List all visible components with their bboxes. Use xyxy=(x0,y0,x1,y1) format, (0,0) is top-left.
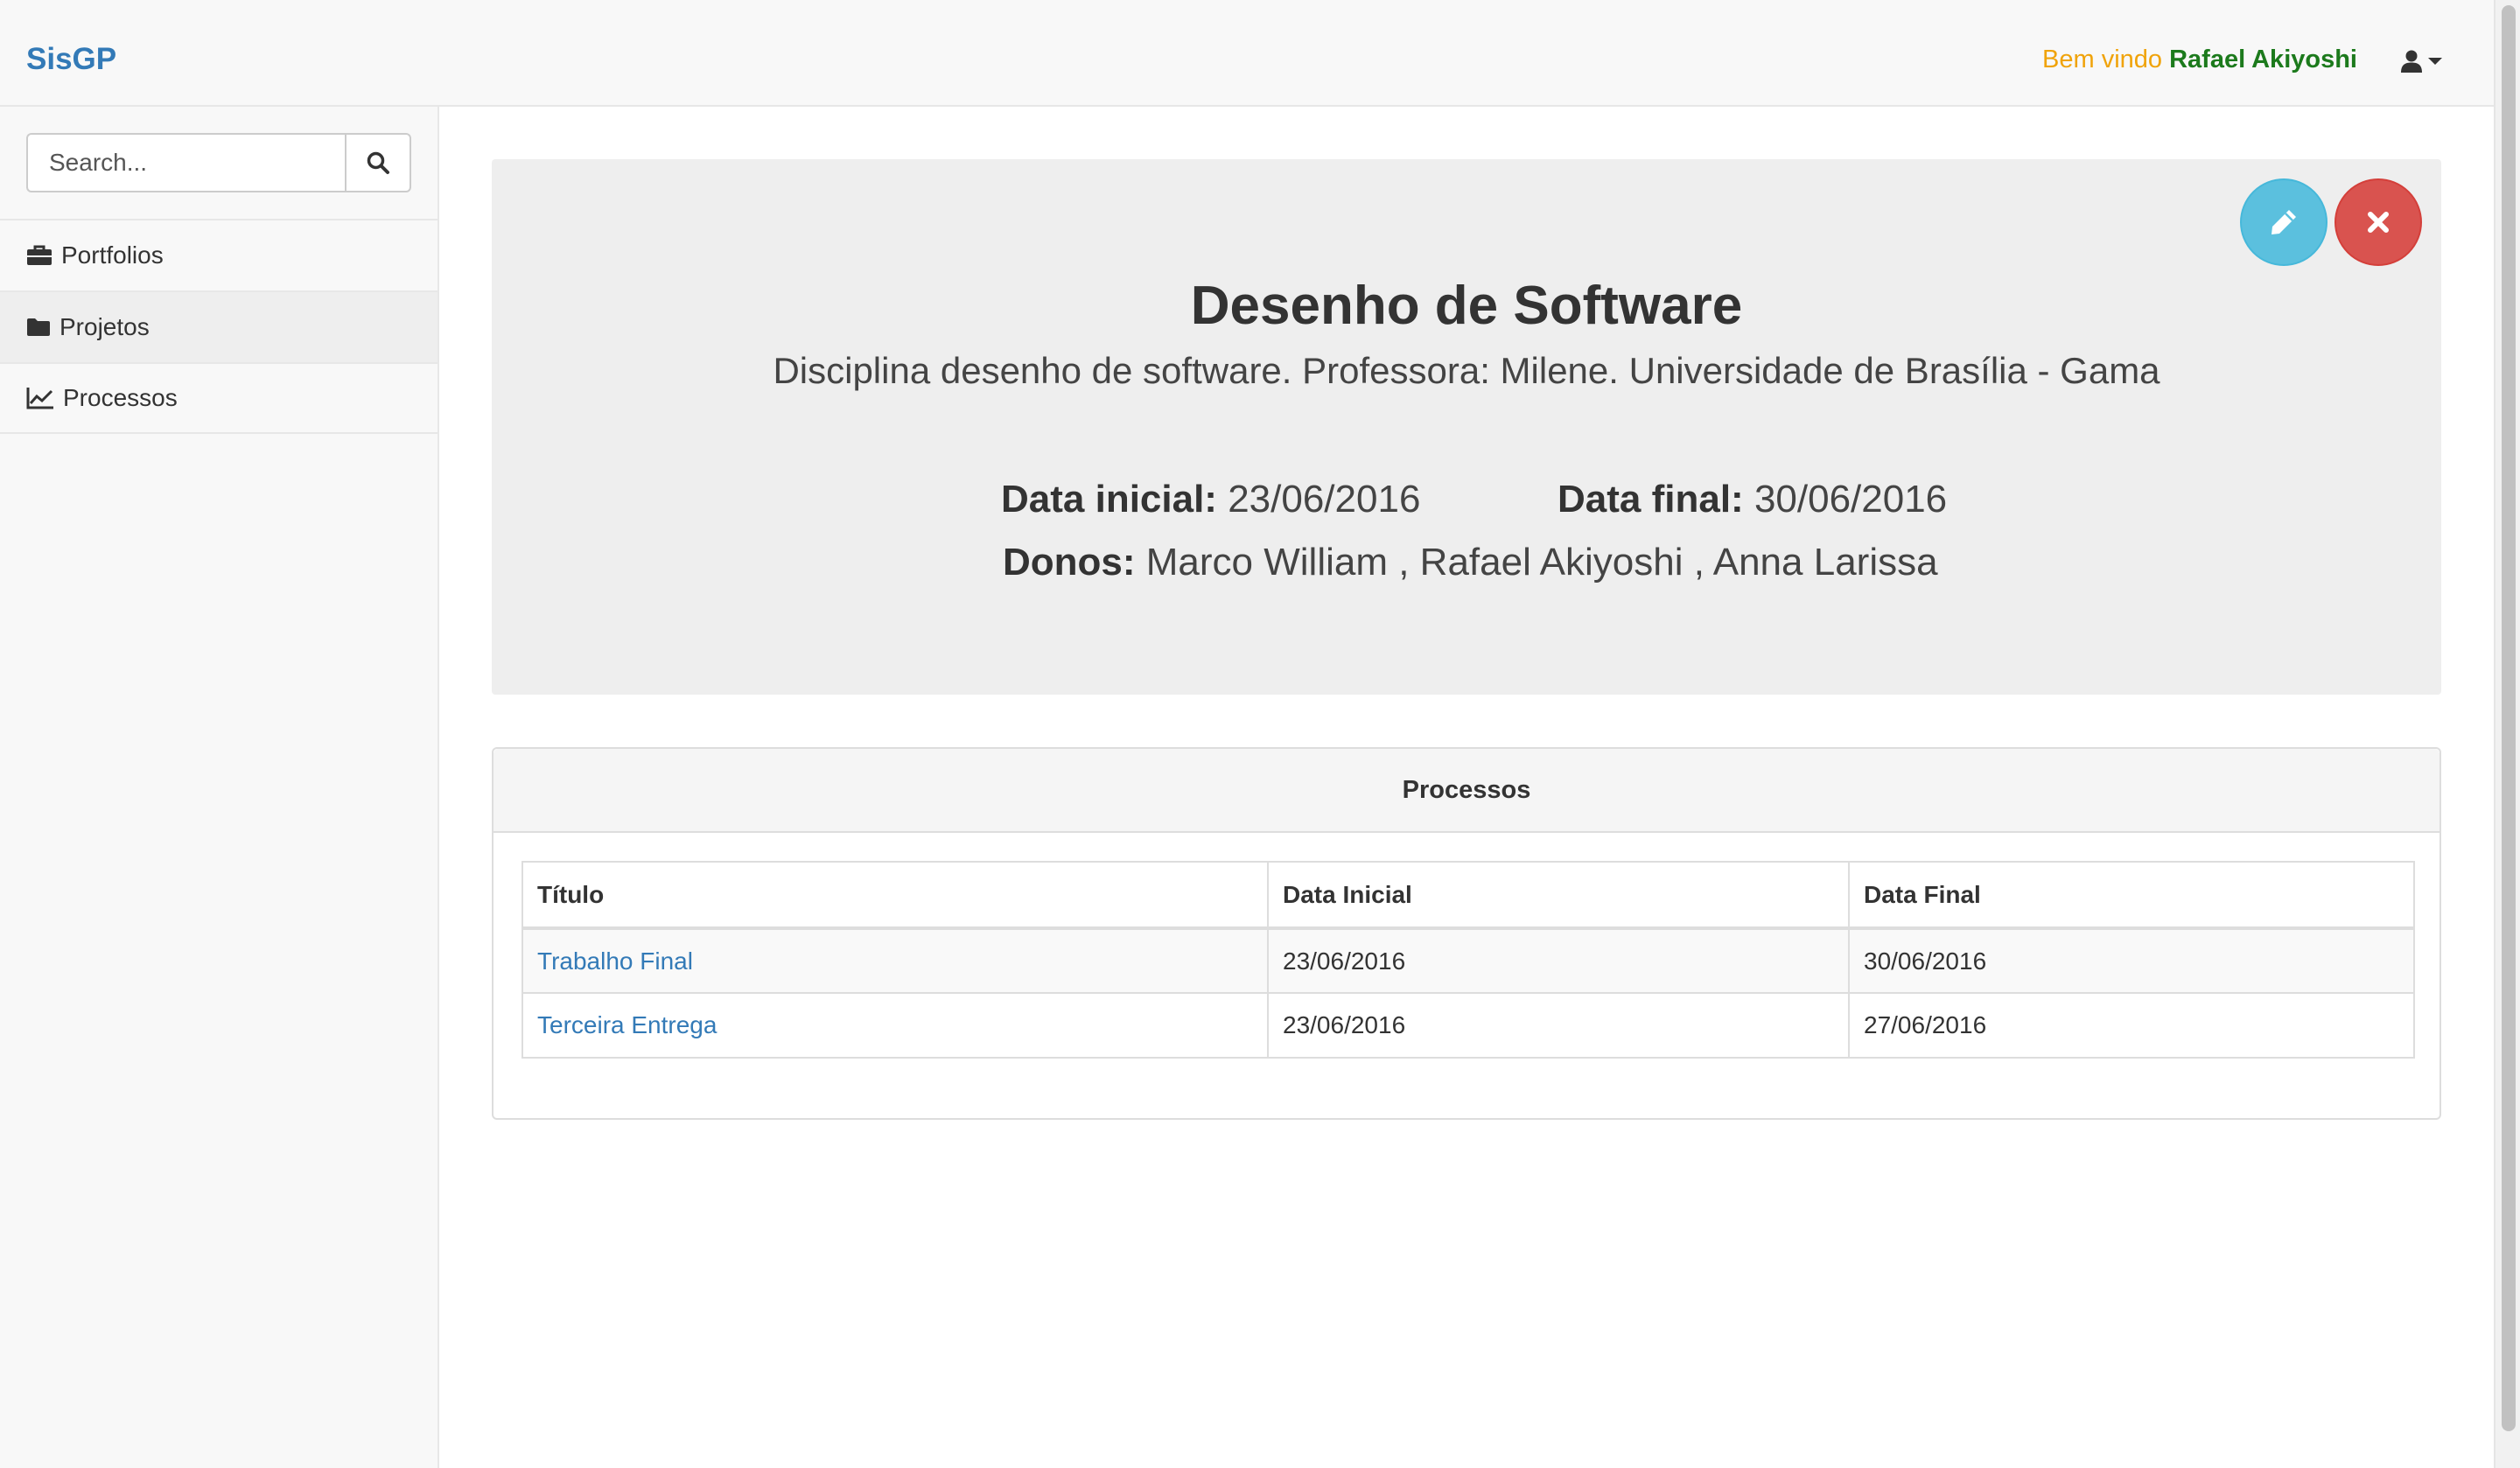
page-scrollbar[interactable] xyxy=(2494,0,2520,1468)
owners-label: Donos: xyxy=(1003,541,1136,584)
project-title: Desenho de Software xyxy=(1190,276,1743,336)
welcome-prefix: Bem vindo xyxy=(2042,45,2163,73)
search-icon xyxy=(367,151,389,174)
user-icon xyxy=(2401,50,2422,73)
search-button[interactable] xyxy=(345,133,411,192)
process-title-cell: Terceira Entrega xyxy=(522,992,1269,1059)
sidebar-menu: Portfolios Projetos Processos xyxy=(0,219,438,434)
delete-button[interactable] xyxy=(2334,178,2422,266)
project-owners: Donos: Marco William , Rafael Akiyoshi ,… xyxy=(1003,541,1938,584)
caret-down-icon xyxy=(2428,58,2442,65)
column-header-data-final: Data Final xyxy=(1848,861,2415,930)
project-header: Desenho de Software Disciplina desenho d… xyxy=(492,159,2441,695)
process-link[interactable]: Trabalho Final xyxy=(537,947,693,975)
sidebar-search xyxy=(26,133,411,192)
user-menu-dropdown[interactable] xyxy=(2401,44,2443,79)
sidebar-item-label: Processos xyxy=(63,384,178,411)
sidebar: Portfolios Projetos Processos xyxy=(0,107,439,1468)
scrollbar-thumb[interactable] xyxy=(2502,5,2516,1431)
sidebar-item-label: Projetos xyxy=(60,313,150,340)
sidebar-item-portfolios[interactable]: Portfolios xyxy=(0,219,438,290)
welcome-user-name: Rafael Akiyoshi xyxy=(2169,45,2357,73)
end-date-label: Data final: xyxy=(1558,478,1744,521)
owners-value: Marco William , Rafael Akiyoshi , Anna L… xyxy=(1145,541,1938,584)
project-end-date: Data final: 30/06/2016 xyxy=(1558,478,1947,521)
table-row: Terceira Entrega 23/06/2016 27/06/2016 xyxy=(522,992,2415,1059)
search-input[interactable] xyxy=(26,133,345,192)
start-date-value: 23/06/2016 xyxy=(1228,478,1421,521)
sidebar-item-projetos[interactable]: Projetos xyxy=(0,290,438,362)
process-end-cell: 30/06/2016 xyxy=(1848,927,2415,994)
processes-panel: Processos Título Data Inicial Data Final… xyxy=(492,747,2441,1120)
briefcase-icon xyxy=(27,245,52,265)
sidebar-item-processos[interactable]: Processos xyxy=(0,362,438,434)
folder-icon xyxy=(27,318,50,336)
process-start-cell: 23/06/2016 xyxy=(1267,992,1850,1059)
table-row: Trabalho Final 23/06/2016 30/06/2016 xyxy=(522,927,2415,994)
top-navbar: SisGP Bem vindo Rafael Akiyoshi xyxy=(0,0,2494,107)
process-start-cell: 23/06/2016 xyxy=(1267,927,1850,994)
start-date-label: Data inicial: xyxy=(1001,478,1217,521)
line-chart-icon xyxy=(26,388,53,409)
welcome-message: Bem vindo Rafael Akiyoshi xyxy=(2042,45,2357,74)
column-header-data-inicial: Data Inicial xyxy=(1267,861,1850,930)
processes-table: Título Data Inicial Data Final Trabalho … xyxy=(522,861,2415,1059)
project-description: Disciplina desenho de software. Professo… xyxy=(773,350,2160,391)
edit-button[interactable] xyxy=(2240,178,2328,266)
project-start-date: Data inicial: 23/06/2016 xyxy=(1001,478,1420,521)
brand-link[interactable]: SisGP xyxy=(26,42,116,77)
column-header-titulo: Título xyxy=(522,861,1269,930)
process-title-cell: Trabalho Final xyxy=(522,927,1269,994)
process-link[interactable]: Terceira Entrega xyxy=(537,1011,717,1038)
table-header-row: Título Data Inicial Data Final xyxy=(522,861,2415,930)
processes-panel-heading: Processos xyxy=(494,749,2440,833)
close-icon xyxy=(2368,212,2389,233)
process-end-cell: 27/06/2016 xyxy=(1848,992,2415,1059)
pencil-icon xyxy=(2272,210,2296,234)
end-date-value: 30/06/2016 xyxy=(1754,478,1948,521)
sidebar-item-label: Portfolios xyxy=(61,241,164,269)
